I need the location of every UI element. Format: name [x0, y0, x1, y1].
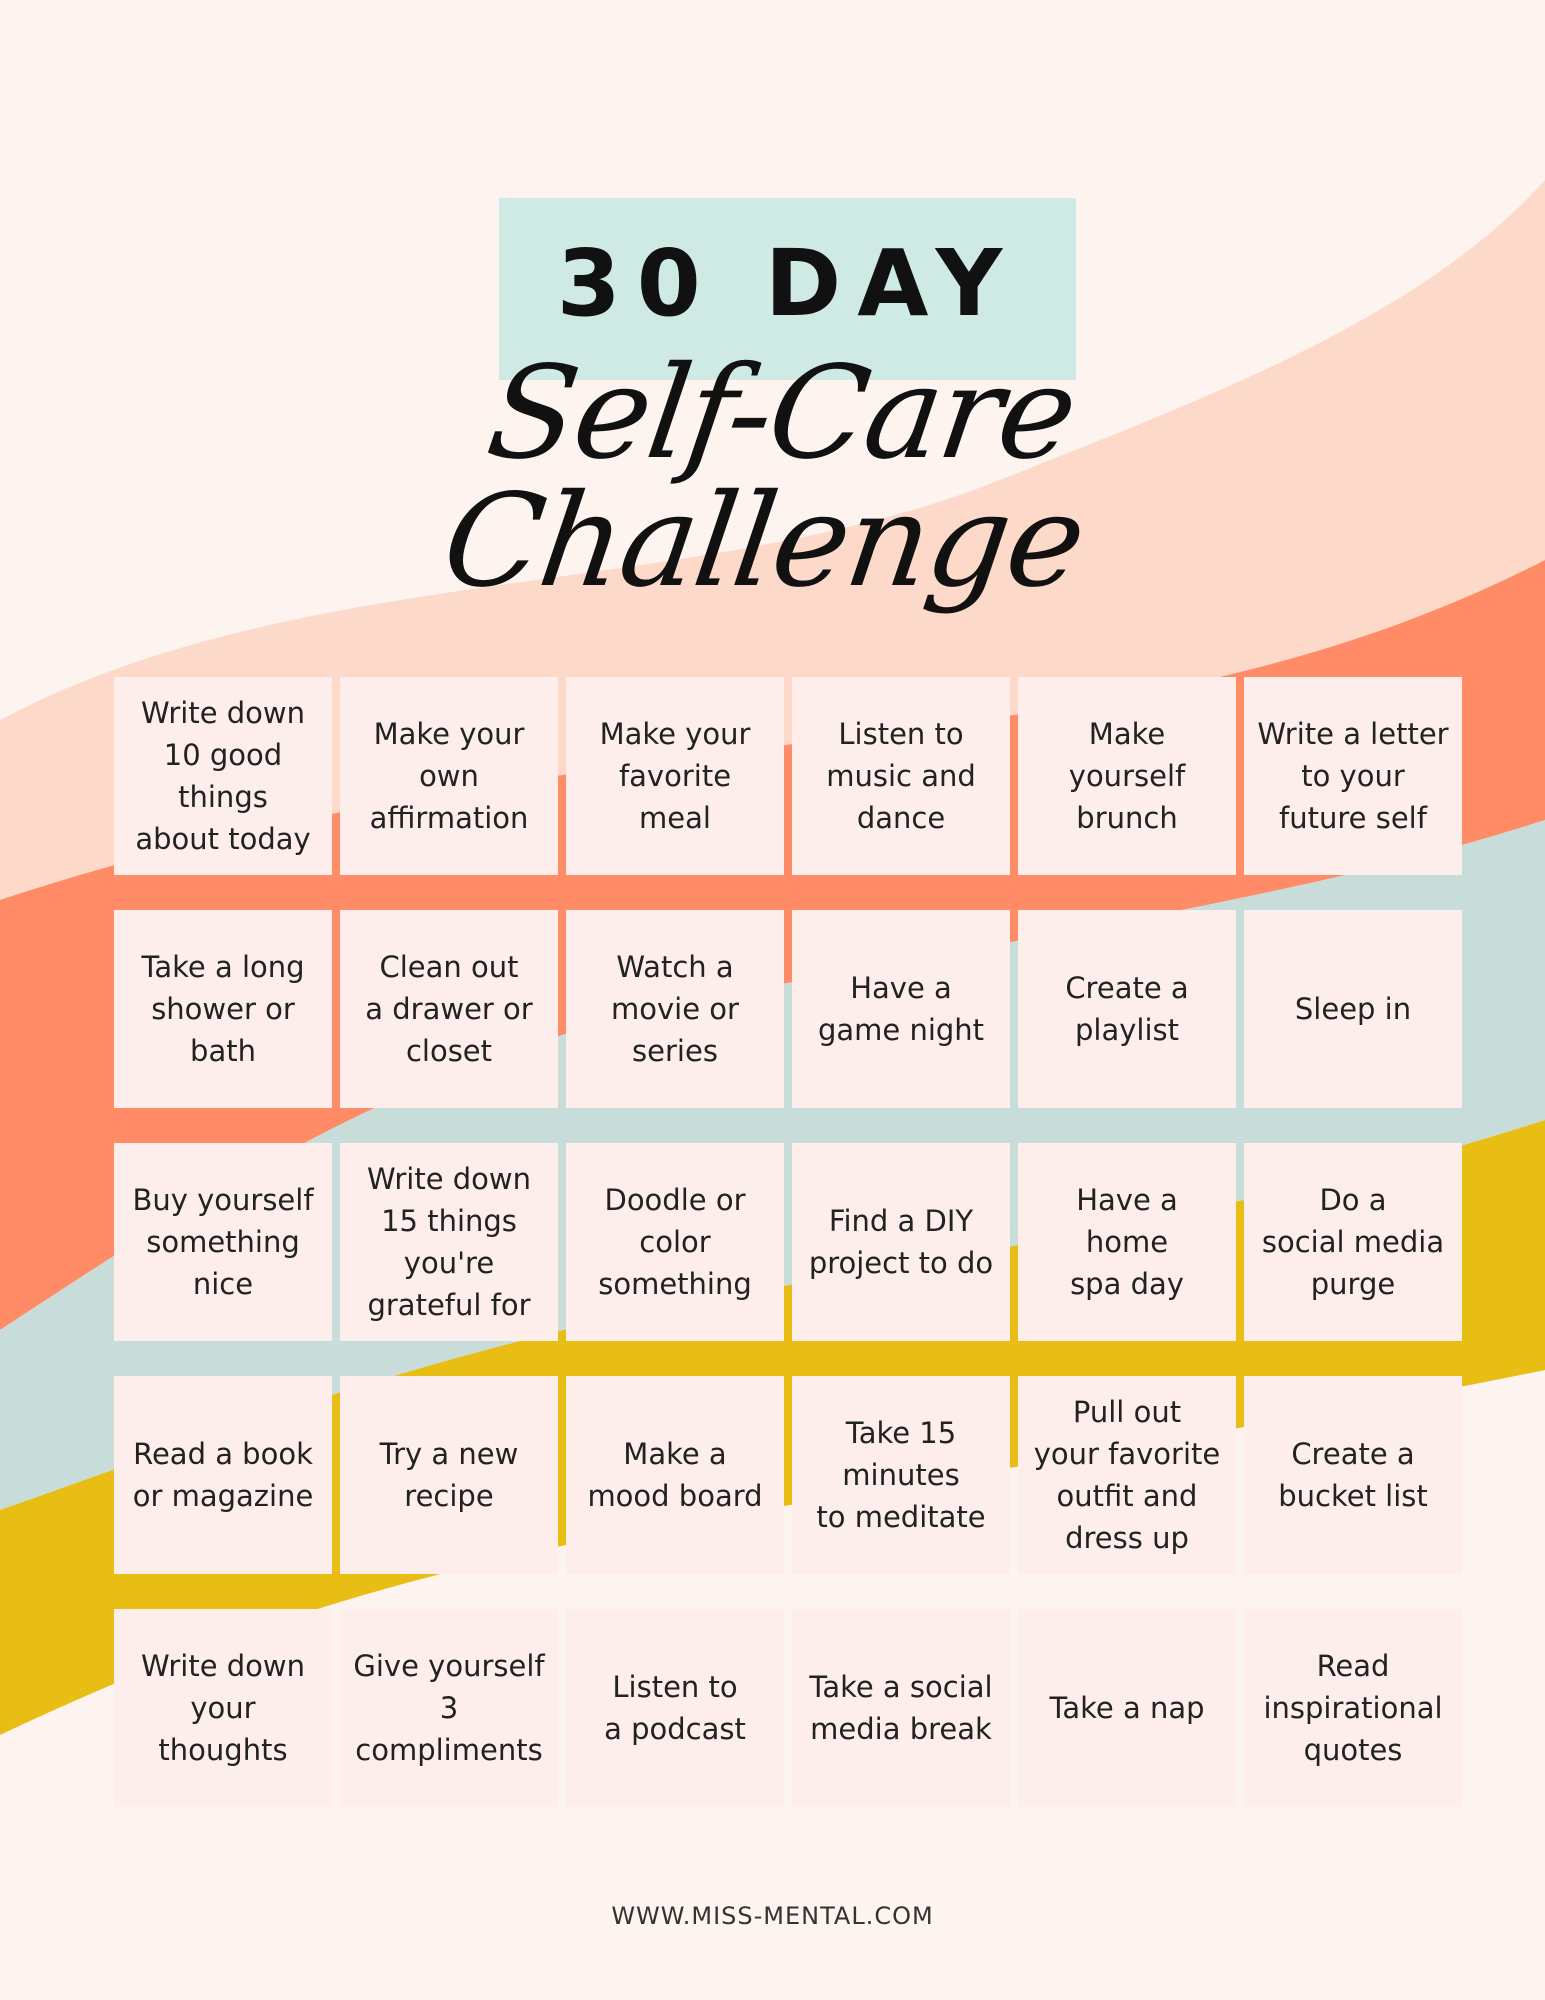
challenge-day-27: Listen to a podcast — [566, 1609, 784, 1807]
challenge-day-23: Pull out your favorite outfit and dress … — [1018, 1376, 1236, 1574]
challenge-day-11: Create a playlist — [1018, 910, 1236, 1108]
challenge-day-29: Take a nap — [1018, 1609, 1236, 1807]
challenge-day-9: Watch a movie or series — [566, 910, 784, 1108]
challenge-day-17: Have a home spa day — [1018, 1143, 1236, 1341]
challenge-day-2: Make your own affirmation — [340, 677, 558, 875]
challenge-day-19: Read a book or magazine — [114, 1376, 332, 1574]
challenge-day-6: Write a letter to your future self — [1244, 677, 1462, 875]
challenge-day-3: Make your favorite meal — [566, 677, 784, 875]
challenge-day-5: Make yourself brunch — [1018, 677, 1236, 875]
challenge-day-8: Clean out a drawer or closet — [340, 910, 558, 1108]
challenge-day-22: Take 15 minutes to meditate — [792, 1376, 1010, 1574]
challenge-day-24: Create a bucket list — [1244, 1376, 1462, 1574]
challenge-day-1: Write down 10 good things about today — [114, 677, 332, 875]
challenge-day-13: Buy yourself something nice — [114, 1143, 332, 1341]
challenge-day-20: Try a new recipe — [340, 1376, 558, 1574]
challenge-day-28: Take a social media break — [792, 1609, 1010, 1807]
challenge-day-18: Do a social media purge — [1244, 1143, 1462, 1341]
challenge-day-30: Read inspirational quotes — [1244, 1609, 1462, 1807]
challenge-day-16: Find a DIY project to do — [792, 1143, 1010, 1341]
title-line-1: 30 DAY — [556, 230, 1019, 337]
challenge-day-7: Take a long shower or bath — [114, 910, 332, 1108]
title-line-2: Self-Care Challenge — [434, 339, 1093, 616]
challenge-day-12: Sleep in — [1244, 910, 1462, 1108]
website-url: WWW.MISS-MENTAL.COM — [611, 1902, 934, 1930]
challenge-day-15: Doodle or color something — [566, 1143, 784, 1341]
challenge-day-10: Have a game night — [792, 910, 1010, 1108]
challenge-day-25: Write down your thoughts — [114, 1609, 332, 1807]
challenge-day-4: Listen to music and dance — [792, 677, 1010, 875]
challenge-day-14: Write down 15 things you're grateful for — [340, 1143, 558, 1341]
challenge-day-21: Make a mood board — [566, 1376, 784, 1574]
challenge-day-26: Give yourself 3 compliments — [340, 1609, 558, 1807]
